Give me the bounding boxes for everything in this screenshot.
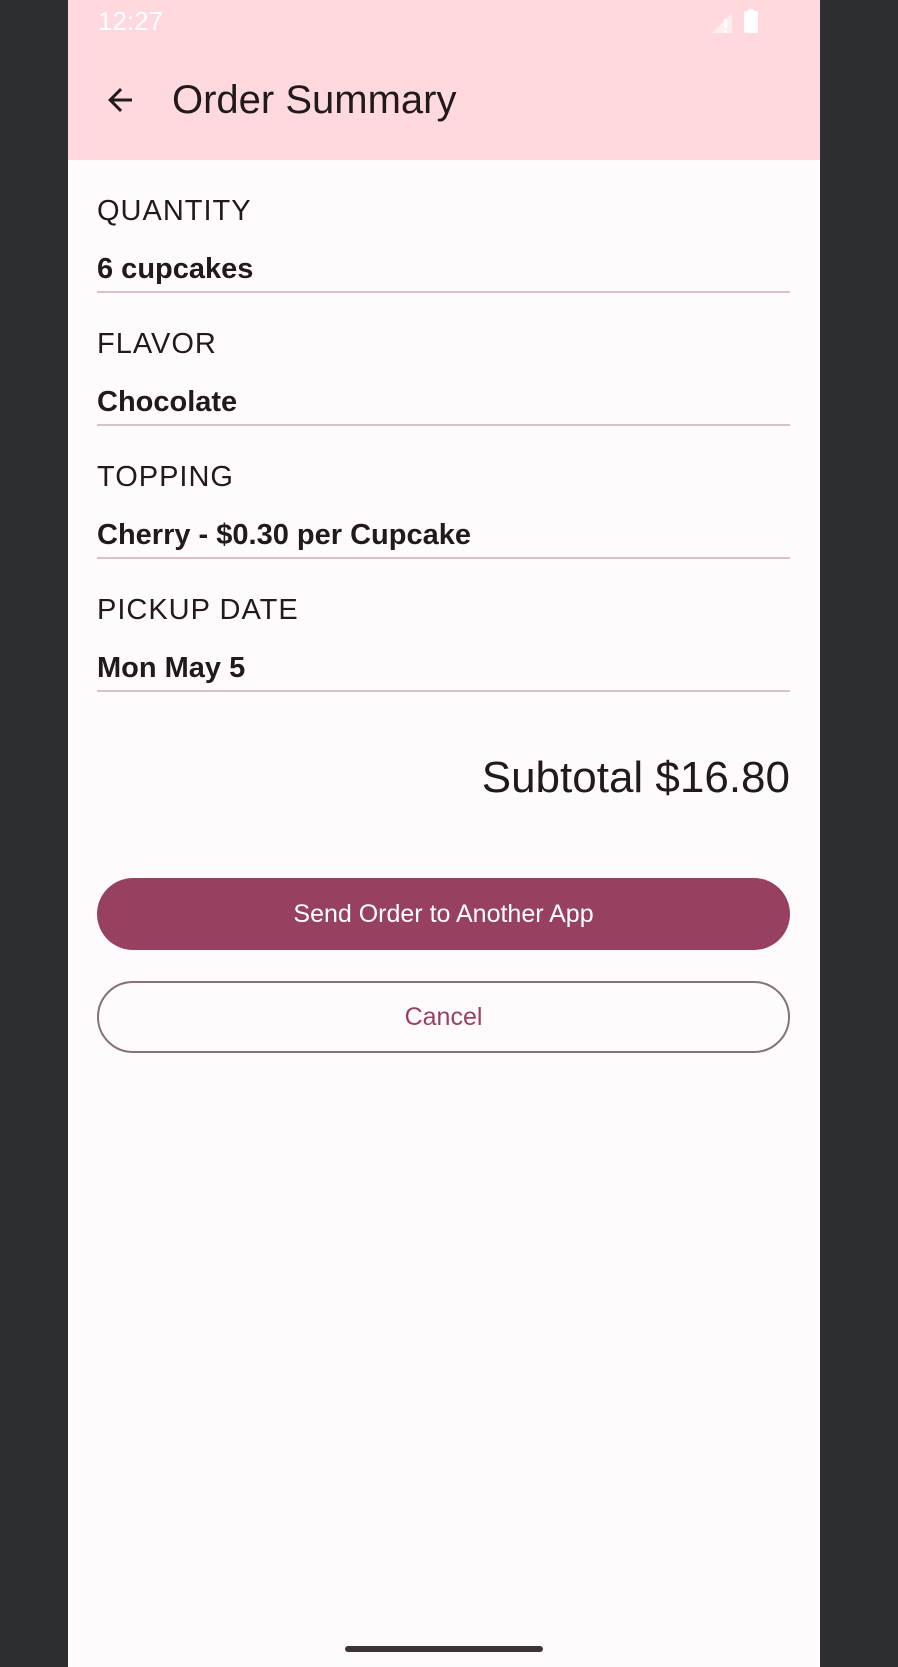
send-order-button[interactable]: Send Order to Another App <box>97 878 790 950</box>
arrow-back-icon <box>108 88 132 112</box>
order-summary: QUANTITY 6 cupcakes FLAVOR Chocolate TOP… <box>97 160 790 1053</box>
app-bar: 12:27 Order Summary <box>68 0 820 160</box>
topping-section: TOPPING Cherry - $0.30 per Cupcake <box>97 426 790 559</box>
signal-icon <box>712 9 758 33</box>
pickup-date-label: PICKUP DATE <box>97 594 299 626</box>
flavor-value: Chocolate <box>97 386 238 418</box>
phone-screen: 12:27 Order Summary QUANTITY 6 cupcakes … <box>68 0 820 1667</box>
flavor-label: FLAVOR <box>97 328 217 360</box>
subtotal-text: Subtotal $16.80 <box>481 753 790 802</box>
topping-label: TOPPING <box>97 461 234 493</box>
pickup-date-section: PICKUP DATE Mon May 5 <box>97 559 790 692</box>
flavor-section: FLAVOR Chocolate <box>97 293 790 426</box>
topping-value: Cherry - $0.30 per Cupcake <box>97 519 471 551</box>
page-title: Order Summary <box>172 78 457 122</box>
cancel-label: Cancel <box>404 1002 483 1031</box>
quantity-label: QUANTITY <box>97 195 252 227</box>
quantity-section: QUANTITY 6 cupcakes <box>97 160 790 293</box>
home-indicator[interactable] <box>345 1646 543 1652</box>
back-button[interactable] <box>92 72 148 128</box>
status-time: 12:27 <box>98 6 164 36</box>
quantity-value: 6 cupcakes <box>97 253 254 285</box>
status-icons <box>710 9 770 35</box>
pickup-date-value: Mon May 5 <box>97 652 246 684</box>
send-order-label: Send Order to Another App <box>293 899 594 928</box>
cancel-button[interactable]: Cancel <box>97 981 790 1053</box>
